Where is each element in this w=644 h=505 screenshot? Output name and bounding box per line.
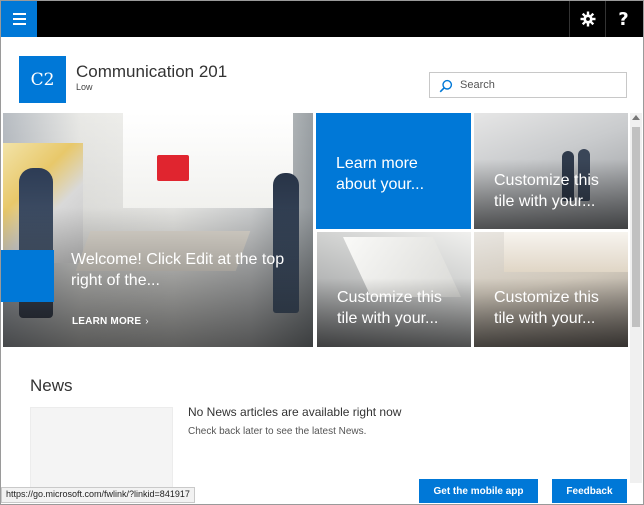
get-mobile-app-button[interactable]: Get the mobile app — [419, 479, 538, 503]
vertical-scrollbar[interactable] — [630, 113, 642, 483]
photo-window-light — [123, 113, 293, 208]
scroll-up-icon[interactable] — [632, 115, 640, 120]
hero-tile-customize-1[interactable]: Customize this tile with your... — [474, 113, 628, 229]
scrollbar-thumb[interactable] — [632, 127, 640, 327]
gear-icon — [580, 11, 595, 27]
hero-tile-customize-3[interactable]: Customize this tile with your... — [474, 232, 628, 347]
site-logo[interactable]: C2 — [19, 56, 66, 103]
status-bar-url: https://go.microsoft.com/fwlink/?linkid=… — [1, 487, 195, 503]
help-button[interactable]: ? — [605, 1, 641, 37]
news-empty-message: No News articles are available right now — [188, 405, 402, 419]
hero-web-part: Welcome! Click Edit at the top right of … — [1, 113, 643, 349]
photo-red-lamp — [157, 155, 189, 181]
search-icon — [439, 79, 453, 93]
sharepoint-page: ? C2 Communication 201 Low Welcome! Clic… — [0, 0, 644, 505]
search-input[interactable] — [460, 76, 620, 94]
site-classification: Low — [76, 82, 93, 92]
tile-caption: Customize this tile with your... — [494, 172, 599, 210]
hero-tile-learn-more[interactable]: Learn more about your... — [316, 113, 471, 229]
search-box[interactable] — [429, 72, 627, 98]
suite-bar: ? — [1, 1, 643, 37]
news-heading[interactable]: News — [30, 376, 73, 396]
hero-accent-square — [1, 250, 54, 302]
news-empty-hint: Check back later to see the latest News. — [188, 426, 367, 437]
hero-main-caption[interactable]: Welcome! Click Edit at the top right of … — [71, 249, 311, 291]
hero-main-tile[interactable]: Welcome! Click Edit at the top right of … — [3, 113, 313, 347]
tile-caption: Customize this tile with your... — [337, 289, 442, 327]
learn-more-link[interactable]: LEARN MORE › — [72, 316, 149, 327]
site-title[interactable]: Communication 201 — [76, 62, 227, 82]
hero-tile-customize-2[interactable]: Customize this tile with your... — [317, 232, 471, 347]
tile-caption: Customize this tile with your... — [494, 289, 599, 327]
settings-button[interactable] — [569, 1, 605, 37]
feedback-button[interactable]: Feedback — [552, 479, 627, 503]
waffle-menu-icon[interactable] — [1, 1, 37, 37]
chevron-right-icon: › — [145, 316, 149, 327]
tile-caption: Learn more about your... — [336, 155, 425, 193]
news-placeholder-image — [30, 407, 173, 497]
